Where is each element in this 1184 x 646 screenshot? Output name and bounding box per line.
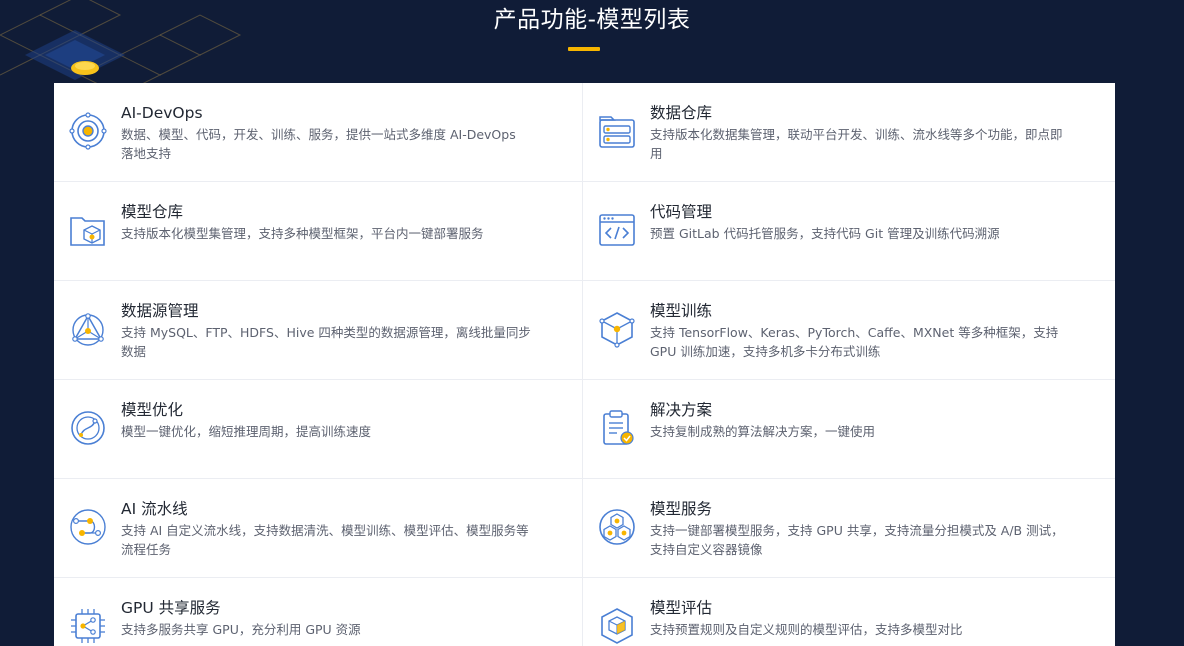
feature-desc: 支持复制成熟的算法解决方案，一键使用 — [650, 424, 876, 439]
feature-desc: 支持版本化数据集管理，联动平台开发、训练、流水线等多个功能，即点即用 — [650, 127, 1063, 161]
feature-name: 数据源管理 — [121, 302, 199, 320]
feature-desc: 数据、模型、代码，开发、训练、服务，提供一站式多维度 AI-DevOps 落地支… — [121, 127, 516, 161]
feature-desc: 支持 MySQL、FTP、HDFS、Hive 四种类型的数据源管理，离线批量同步… — [121, 325, 531, 359]
feature-name: 解决方案 — [650, 401, 713, 419]
feature-item-ai-devops[interactable]: AI-DevOps 数据、模型、代码，开发、训练、服务，提供一站式多维度 AI-… — [54, 83, 583, 182]
database-icon — [599, 116, 635, 148]
feature-desc: 支持预置规则及自定义规则的模型评估，支持多模型对比 — [650, 622, 963, 637]
feature-item-data-warehouse[interactable]: 数据仓库 支持版本化数据集管理，联动平台开发、训练、流水线等多个功能，即点即用 — [583, 83, 1115, 182]
feature-name: 模型仓库 — [121, 203, 184, 221]
cube-network-icon — [599, 312, 635, 348]
code-window-icon — [599, 214, 635, 246]
feature-item-code-management[interactable]: 代码管理 预置 GitLab 代码托管服务，支持代码 Git 管理及训练代码溯源 — [583, 182, 1115, 281]
feature-name: 模型优化 — [121, 401, 184, 419]
feature-name: 模型服务 — [650, 500, 713, 518]
chip-share-icon — [71, 609, 105, 643]
feature-desc: 模型一键优化，缩短推理周期，提高训练速度 — [121, 424, 372, 439]
feature-name: AI-DevOps — [121, 104, 203, 122]
feature-desc: 支持 AI 自定义流水线，支持数据清洗、模型训练、模型评估、模型服务等流程任务 — [121, 523, 529, 557]
feature-item-solutions[interactable]: 解决方案 支持复制成熟的算法解决方案，一键使用 — [583, 380, 1115, 479]
feature-item-model-evaluation[interactable]: 模型评估 支持预置规则及自定义规则的模型评估，支持多模型对比 — [583, 578, 1115, 646]
feature-item-model-service[interactable]: 模型服务 支持一键部署模型服务，支持 GPU 共享，支持流量分担模式及 A/B … — [583, 479, 1115, 578]
product-features-section: 产品功能-模型列表 AI-DevOps 数据、模型、代码，开发、训练、服务，提供… — [0, 0, 1184, 646]
feature-item-gpu-sharing[interactable]: GPU 共享服务 支持多服务共享 GPU，充分利用 GPU 资源 — [54, 578, 583, 646]
feature-desc: 预置 GitLab 代码托管服务，支持代码 Git 管理及训练代码溯源 — [650, 226, 1000, 241]
feature-item-ai-pipeline[interactable]: AI 流水线 支持 AI 自定义流水线，支持数据清洗、模型训练、模型评估、模型服… — [54, 479, 583, 578]
feature-desc: 支持版本化模型集管理，支持多种模型框架，平台内一键部署服务 — [121, 226, 484, 241]
pipeline-icon — [70, 509, 106, 545]
feature-grid: AI-DevOps 数据、模型、代码，开发、训练、服务，提供一站式多维度 AI-… — [54, 83, 1115, 646]
feature-name: 数据仓库 — [650, 104, 713, 122]
feature-item-model-warehouse[interactable]: 模型仓库 支持版本化模型集管理，支持多种模型框架，平台内一键部署服务 — [54, 182, 583, 281]
title-underline — [568, 47, 600, 51]
feature-panel: AI-DevOps 数据、模型、代码，开发、训练、服务，提供一站式多维度 AI-… — [54, 83, 1115, 646]
feature-name: 模型训练 — [650, 302, 713, 320]
hexagon-service-icon — [599, 509, 635, 545]
feature-desc: 支持多服务共享 GPU，充分利用 GPU 资源 — [121, 622, 361, 637]
feature-item-datasource-management[interactable]: 数据源管理 支持 MySQL、FTP、HDFS、Hive 四种类型的数据源管理，… — [54, 281, 583, 380]
target-icon — [69, 112, 107, 150]
feature-desc: 支持一键部署模型服务，支持 GPU 共享，支持流量分担模式及 A/B 测试，支持… — [650, 523, 1064, 557]
feature-name: AI 流水线 — [121, 500, 188, 518]
clipboard-check-icon — [603, 410, 634, 445]
feature-item-model-training[interactable]: 模型训练 支持 TensorFlow、Keras、PyTorch、Caffe、M… — [583, 281, 1115, 380]
triangle-network-icon — [72, 313, 104, 346]
feature-desc: 支持 TensorFlow、Keras、PyTorch、Caffe、MXNet … — [650, 325, 1059, 359]
page-title: 产品功能-模型列表 — [493, 7, 691, 33]
feature-name: 代码管理 — [650, 203, 713, 221]
feature-name: GPU 共享服务 — [121, 599, 221, 617]
cube-evaluate-icon — [601, 608, 633, 644]
feature-item-model-optimization[interactable]: 模型优化 模型一键优化，缩短推理周期，提高训练速度 — [54, 380, 583, 479]
folder-cube-icon — [70, 217, 105, 246]
optimize-icon — [71, 411, 105, 445]
feature-name: 模型评估 — [650, 599, 713, 617]
